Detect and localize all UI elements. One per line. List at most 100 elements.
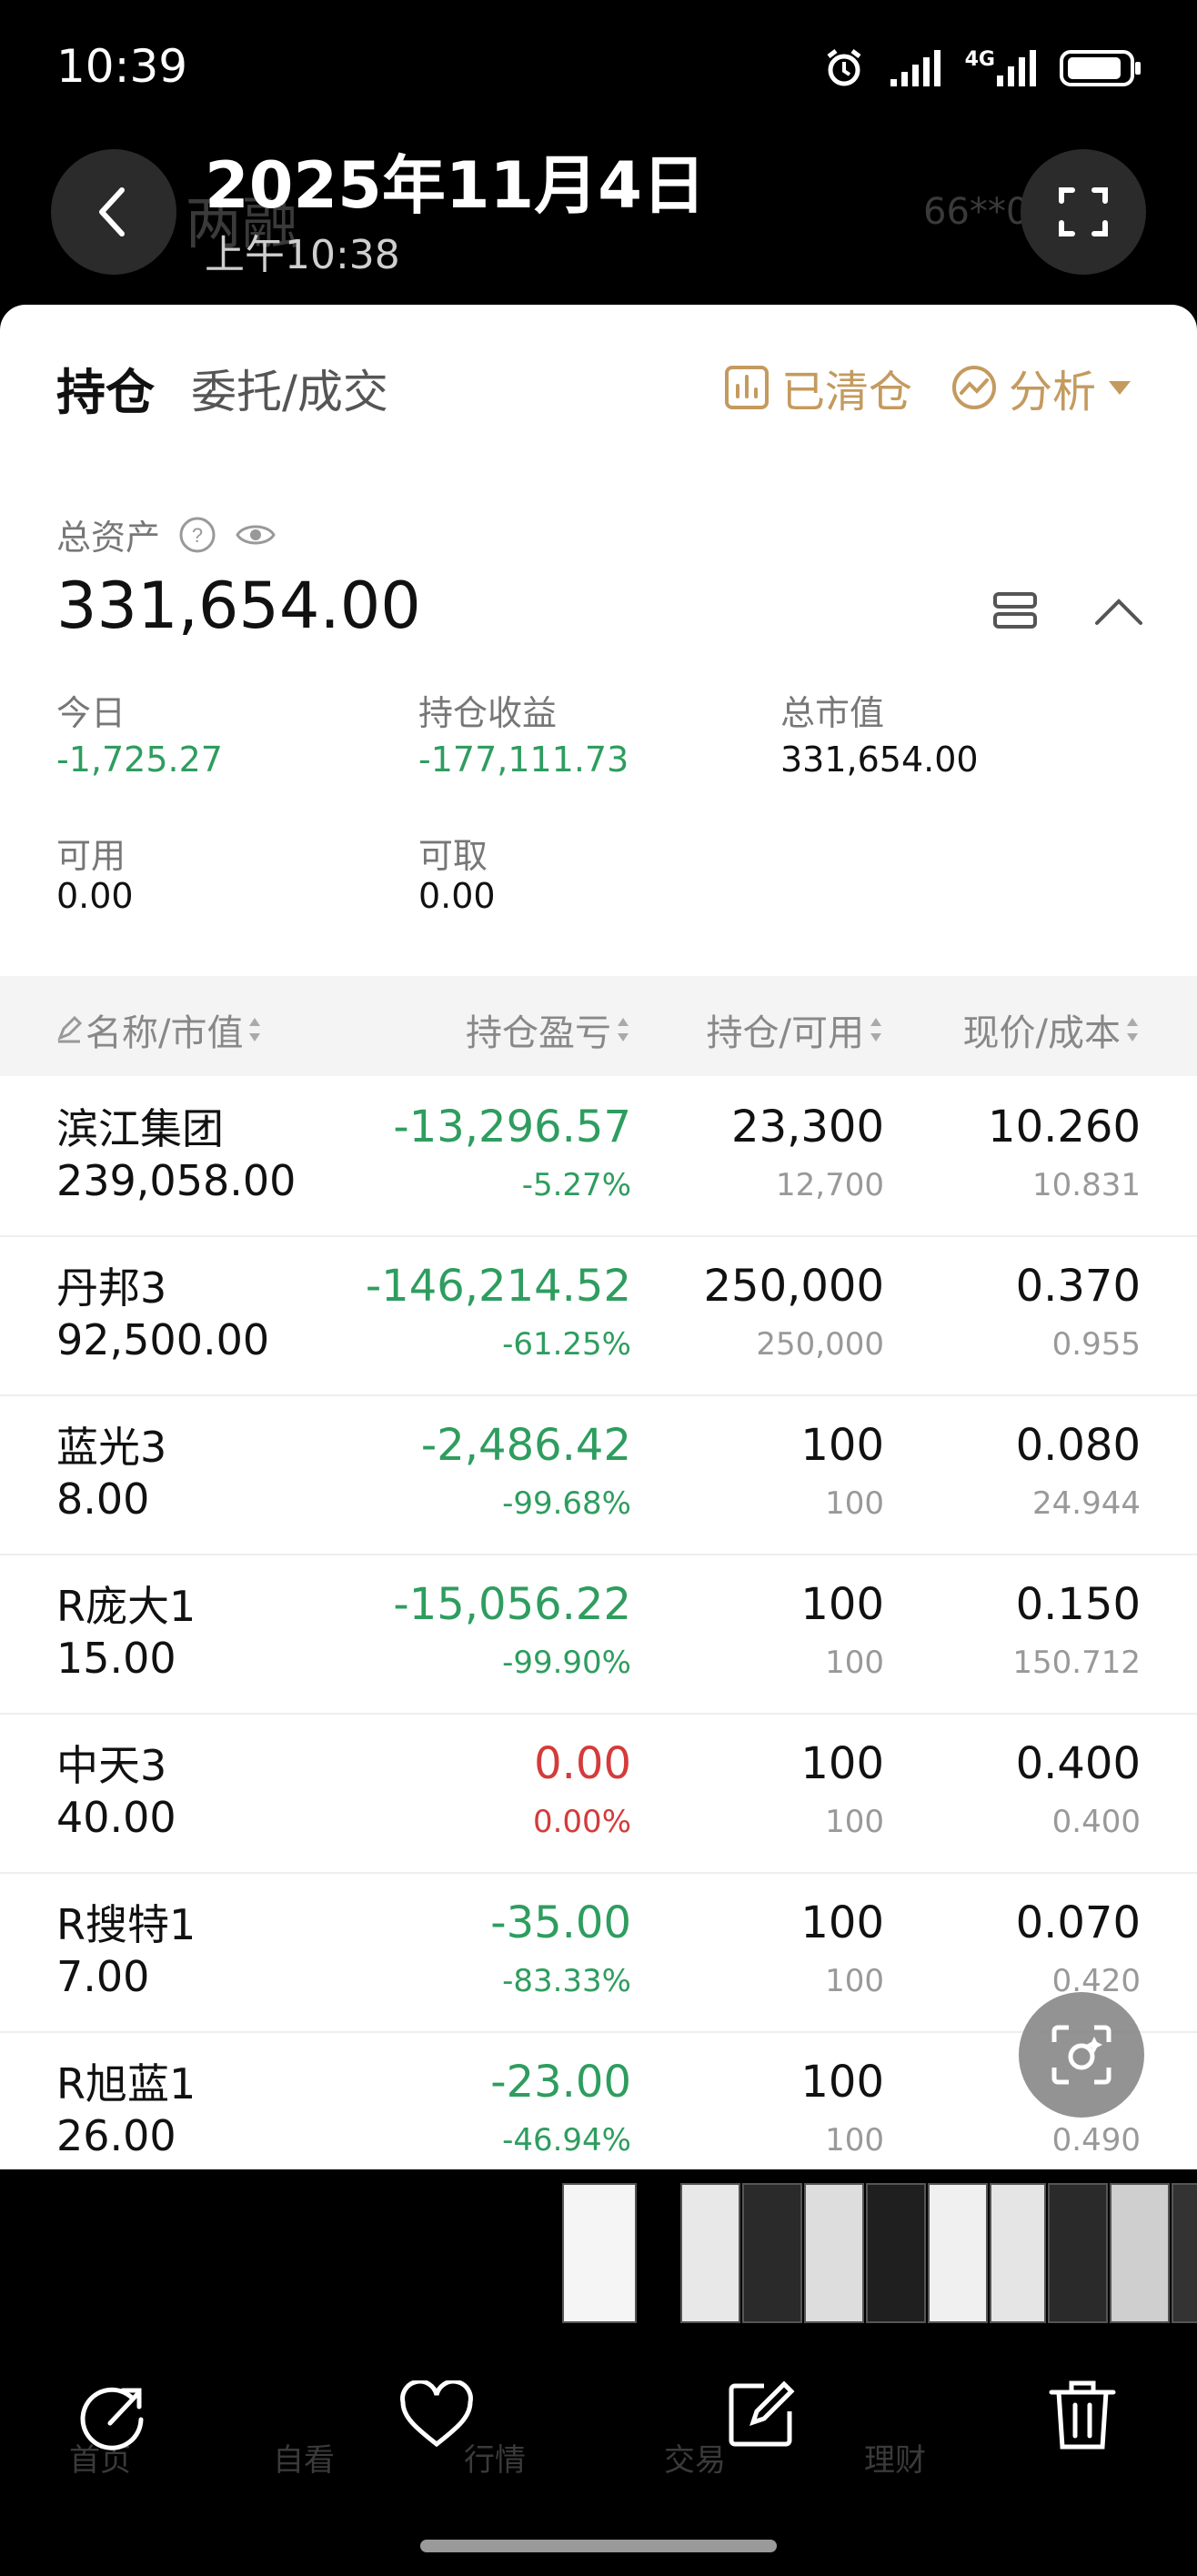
ghost-nav-label: 自看 [273,2442,335,2479]
holding-pl-percent: 0.00% [532,1804,631,1840]
current-price: 10.260 [988,1102,1141,1152]
market-value: 8.00 [56,1474,150,1524]
tab-holdings[interactable]: 持仓 [56,352,155,424]
stock-name: 丹邦3 [56,1263,167,1313]
thumbnail-strip [0,2169,1197,2333]
col-price[interactable]: 现价/成本 [963,1003,1141,1056]
edit-button[interactable] [715,2370,806,2460]
market-value: 15.00 [56,1634,176,1683]
favorite-button[interactable] [391,2370,482,2460]
fullscreen-button[interactable] [1021,149,1146,275]
market-value: 26.00 [56,2111,176,2160]
available-qty: 12,700 [776,1167,884,1203]
tab-orders[interactable]: 委托/成交 [191,356,388,421]
battery-icon [1060,50,1141,86]
table-row[interactable]: 丹邦3 92,500.00 -146,214.52 -61.25% 250,000 250… [0,1235,1197,1396]
col-name-mv[interactable]: 名称/市值 [56,1003,263,1056]
available-value: 0.00 [56,876,134,916]
eye-icon[interactable] [235,519,277,550]
stock-name: R庞大1 [56,1582,196,1631]
sort-icon [1127,1018,1138,1041]
holding-pl-value: -177,111.73 [418,740,629,780]
today-value: -1,725.27 [56,740,223,780]
available-qty: 100 [825,1485,884,1522]
stock-name: R搜特1 [56,1900,196,1949]
back-icon [99,187,125,236]
table-row[interactable]: R庞大1 15.00 -15,056.22 -99.90% 100 100 0.150 150… [0,1554,1197,1715]
table-row[interactable]: R搜特1 7.00 -35.00 -83.33% 100 100 0.070 0.420 [0,1872,1197,2033]
lens-button[interactable] [1019,1992,1144,2118]
total-assets-label: 总资产 [56,518,161,558]
col-header-label: 持仓盈亏 [466,1012,611,1054]
available-qty: 100 [825,2122,884,2158]
holding-qty: 100 [800,2057,884,2108]
thumbnail[interactable] [804,2183,864,2323]
collapse-icon[interactable] [1093,594,1144,627]
table-row[interactable]: 滨江集团 239,058.00 -13,296.57 -5.27% 23,300 12,7… [0,1076,1197,1237]
market-value-label: 总市值 [780,693,885,733]
edit-icon [729,2380,795,2447]
holding-pl-percent: -5.27% [521,1167,631,1203]
thumbnail[interactable] [1048,2183,1108,2323]
thumbnail[interactable] [928,2183,988,2323]
delete-button[interactable] [1037,2370,1128,2460]
analysis-icon [952,366,996,409]
fullscreen-icon [1059,187,1108,236]
svg-text:?: ? [192,524,203,547]
holding-pl: 0.00 [534,1738,631,1789]
holding-pl: -2,486.42 [420,1420,631,1471]
thumbnail[interactable] [742,2183,802,2323]
holding-pl: -13,296.57 [393,1102,631,1152]
holding-pl-percent: -61.25% [502,1326,631,1363]
holding-qty: 100 [800,1738,884,1789]
cleared-button[interactable]: 已清仓 [723,356,912,419]
current-price: 0.080 [1015,1420,1141,1471]
holding-pl: -146,214.52 [365,1261,631,1312]
current-price: 0.370 [1015,1261,1141,1312]
current-price: 0.150 [1015,1579,1141,1630]
thumbnail[interactable] [990,2183,1046,2323]
table-row[interactable]: 蓝光3 8.00 -2,486.42 -99.68% 100 100 0.080 24.944 [0,1394,1197,1555]
page-subtitle: 上午10:38 [205,232,400,278]
col-qty[interactable]: 持仓/可用 [707,1003,884,1056]
market-value: 40.00 [56,1793,176,1842]
stock-name: 蓝光3 [56,1423,167,1472]
total-assets-label-group: 总资产 ? [56,509,277,559]
cost-price: 0.955 [1051,1326,1141,1363]
thumbnail[interactable] [1172,2183,1197,2323]
background-account-id: 66**0 [923,191,1030,233]
stock-name: R旭蓝1 [56,2059,196,2108]
thumbnail[interactable] [1110,2183,1170,2323]
table-row[interactable]: 中天3 40.00 0.00 0.00% 100 100 0.400 0.400 [0,1713,1197,1874]
ghost-nav-label: 理财 [864,2442,926,2479]
market-value: 239,058.00 [56,1156,297,1205]
thumbnail-current[interactable] [562,2183,637,2323]
stock-name: 滨江集团 [56,1104,224,1153]
home-indicator[interactable] [420,2540,777,2552]
help-icon[interactable]: ? [178,516,216,554]
holding-qty: 100 [800,1420,884,1471]
holding-pl: -23.00 [490,2057,631,2108]
cost-price: 24.944 [1032,1485,1141,1522]
col-header-label: 现价/成本 [962,1012,1121,1054]
holding-pl: -15,056.22 [393,1579,631,1630]
table-row[interactable]: R旭蓝1 26.00 -23.00 -46.94% 100 100 0.490 [0,2031,1197,2169]
table-header: 名称/市值 持仓盈亏 持仓/可用 现价/成本 [0,976,1197,1076]
share-button[interactable] [69,2370,160,2460]
withdrawable-label: 可取 [418,836,488,876]
holding-qty: 250,000 [703,1261,885,1312]
analysis-label: 分析 [1009,367,1097,418]
layout-icon[interactable] [991,587,1039,634]
col-pl[interactable]: 持仓盈亏 [466,1003,631,1056]
holding-qty: 100 [800,1579,884,1630]
available-label: 可用 [56,836,126,876]
thumbnail[interactable] [680,2183,740,2323]
available-qty: 250,000 [756,1326,884,1363]
holding-pl-percent: -46.94% [502,2122,631,2158]
signal-icon-2 [997,50,1036,86]
total-assets-value: 331,654.00 [56,569,421,643]
thumbnail[interactable] [866,2183,926,2323]
analysis-dropdown[interactable]: 分析 [951,356,1132,419]
chart-icon [725,366,769,409]
back-button[interactable] [51,149,176,275]
